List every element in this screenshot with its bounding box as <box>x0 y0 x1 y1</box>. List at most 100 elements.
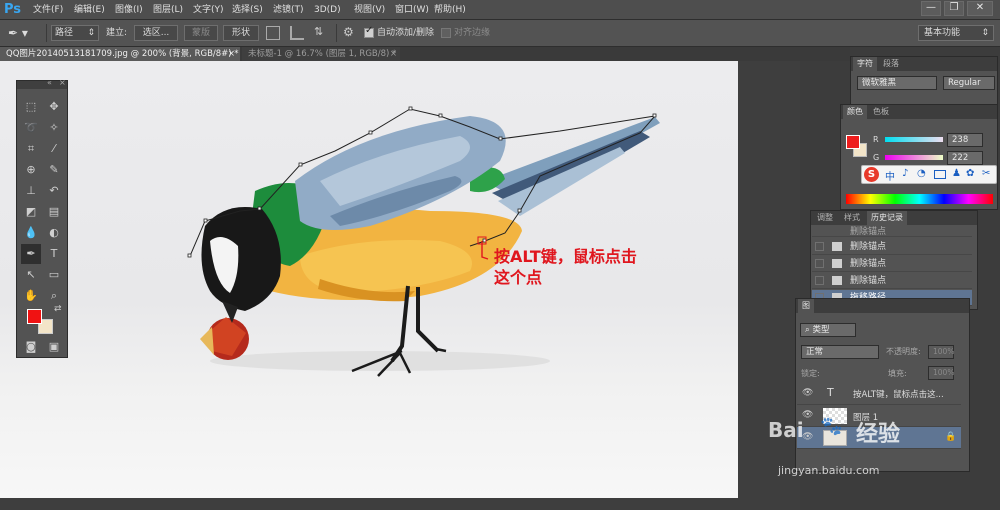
path-mode-select[interactable]: 路径 ⇕ <box>51 25 99 41</box>
path-arrangement-icon[interactable]: ⇅ <box>314 25 328 41</box>
color-foreground-swatch[interactable] <box>846 135 860 149</box>
menu-3d[interactable]: 3D(D) <box>314 0 341 20</box>
menu-help[interactable]: 帮助(H) <box>434 0 466 20</box>
close-button[interactable]: ✕ <box>967 1 993 16</box>
r-slider[interactable] <box>885 137 943 142</box>
color-spectrum-bar[interactable] <box>846 194 993 204</box>
maximize-button[interactable]: ❐ <box>944 1 964 16</box>
magic-wand-tool-icon[interactable]: ✧ <box>44 118 64 138</box>
dodge-tool-icon[interactable]: ◐ <box>44 223 64 243</box>
tab-history[interactable]: 历史记录 <box>867 211 907 225</box>
make-selection-button[interactable]: 选区... <box>134 25 178 41</box>
gradient-tool-icon[interactable]: ▤ <box>44 202 64 222</box>
align-edges-checkbox[interactable] <box>441 28 451 38</box>
tools-icon[interactable]: ✂ <box>982 168 990 179</box>
ime-lang-toggle[interactable]: 中 <box>885 168 895 183</box>
tab-color[interactable]: 颜色 <box>843 105 867 119</box>
opacity-input[interactable]: 100% <box>928 345 954 359</box>
tab-adjustments[interactable]: 调整 <box>813 211 837 225</box>
menu-file[interactable]: 文件(F) <box>33 0 63 20</box>
tab-close-icon[interactable]: × <box>228 47 235 61</box>
layer-filter-select[interactable]: ⌕ 类型 <box>800 323 856 337</box>
foreground-color-swatch[interactable] <box>27 309 42 324</box>
r-value-input[interactable]: 238 <box>947 133 983 147</box>
font-style-select[interactable]: Regular <box>943 76 995 90</box>
make-mask-button[interactable]: 蒙版 <box>184 25 218 41</box>
menu-window[interactable]: 窗口(W) <box>395 0 429 20</box>
crop-tool-icon[interactable]: ⌗ <box>21 139 41 159</box>
history-snapshot-checkbox[interactable] <box>815 276 824 285</box>
brush-tool-icon[interactable]: ✎ <box>44 160 64 180</box>
menu-select[interactable]: 选择(S) <box>232 0 263 20</box>
move-tool-icon[interactable]: ✥ <box>44 97 64 117</box>
user-icon[interactable]: ♟ <box>952 168 961 179</box>
menu-image[interactable]: 图像(I) <box>115 0 143 20</box>
history-item[interactable]: 删除锚点 <box>812 273 972 289</box>
history-brush-tool-icon[interactable]: ↶ <box>44 181 64 201</box>
layer-row-text[interactable]: 👁 T 按ALT键，鼠标点击这... <box>797 383 961 405</box>
history-item[interactable]: 删除锚点 <box>812 239 972 255</box>
tab-character[interactable]: 字符 <box>853 57 877 71</box>
sogou-logo-icon[interactable]: S <box>864 167 879 182</box>
check-icon: ✓ <box>365 25 374 36</box>
lasso-tool-icon[interactable]: ➰ <box>21 118 41 138</box>
collapse-icon[interactable]: « <box>47 78 52 87</box>
eyedropper-tool-icon[interactable]: ⁄ <box>44 139 64 159</box>
screen-mode-icon[interactable]: ▣ <box>44 337 64 357</box>
tab-close-icon[interactable]: × <box>390 47 397 61</box>
history-snapshot-checkbox[interactable] <box>815 259 824 268</box>
tab-label: 未标题-1 @ 16.7% (图层 1, RGB/8) * <box>248 49 397 59</box>
pen-tool-icon[interactable]: ✒ <box>21 244 41 264</box>
separator <box>46 24 47 42</box>
healing-brush-tool-icon[interactable]: ⊕ <box>21 160 41 180</box>
punctuation-icon[interactable]: ♪ <box>902 168 908 179</box>
pen-tool-icon[interactable]: ✒ ▾ <box>8 24 42 42</box>
toolbox-header[interactable]: « × <box>17 78 67 89</box>
tab-styles[interactable]: 样式 <box>840 211 864 225</box>
menu-edit[interactable]: 编辑(E) <box>74 0 105 20</box>
skin-icon[interactable]: ✿ <box>966 168 974 179</box>
blend-mode-select[interactable]: 正常 <box>801 345 879 359</box>
path-selection-tool-icon[interactable]: ↖ <box>21 265 41 285</box>
zoom-tool-icon[interactable]: ⌕ <box>44 286 64 306</box>
eraser-tool-icon[interactable]: ◩ <box>21 202 41 222</box>
history-item[interactable]: 删除锚点 <box>812 227 972 237</box>
menu-filter[interactable]: 滤镜(T) <box>273 0 304 20</box>
tab-qq-image[interactable]: QQ图片20140513181709.jpg @ 200% (背景, RGB/8… <box>0 47 240 61</box>
history-snapshot-checkbox[interactable] <box>815 242 824 251</box>
color-panel: 颜色 色板 R 238 G 222 <box>840 104 998 210</box>
tab-layers[interactable]: 图 <box>798 299 814 313</box>
hand-tool-icon[interactable]: ✋ <box>21 286 41 306</box>
font-family-select[interactable]: 微软雅黑 <box>857 76 937 90</box>
document-canvas[interactable]: 按ALT键，鼠标点击 这个点 <box>0 61 738 498</box>
path-operations-icon[interactable] <box>266 26 280 40</box>
clone-stamp-tool-icon[interactable]: ⊥ <box>21 181 41 201</box>
tab-paragraph[interactable]: 段落 <box>879 57 903 71</box>
keyboard-icon[interactable] <box>934 170 946 179</box>
layer-name: 按ALT键，鼠标点击这... <box>853 390 944 400</box>
panel-close-icon[interactable]: × <box>59 78 66 87</box>
menu-layer[interactable]: 图层(L) <box>153 0 183 20</box>
halfwidth-icon[interactable]: ◔ <box>917 168 926 179</box>
quick-mask-icon[interactable]: ◙ <box>21 337 41 357</box>
eye-icon[interactable]: 👁 <box>802 388 813 398</box>
menu-view[interactable]: 视图(V) <box>354 0 385 20</box>
marquee-tool-icon[interactable]: ⬚ <box>21 97 41 117</box>
workspace-select[interactable]: 基本功能 ⇕ <box>918 25 994 41</box>
auto-add-delete-checkbox[interactable]: ✓ <box>364 25 374 38</box>
menu-type[interactable]: 文字(Y) <box>193 0 224 20</box>
type-tool-icon[interactable]: T <box>44 244 64 264</box>
g-value-input[interactable]: 222 <box>947 151 983 165</box>
shape-tool-icon[interactable]: ▭ <box>44 265 64 285</box>
minimize-button[interactable]: — <box>921 1 941 16</box>
g-slider[interactable] <box>885 155 943 160</box>
history-item[interactable]: 删除锚点 <box>812 256 972 272</box>
blur-tool-icon[interactable]: 💧 <box>21 223 41 243</box>
tab-untitled[interactable]: 未标题-1 @ 16.7% (图层 1, RGB/8) * × <box>242 47 400 61</box>
make-shape-button[interactable]: 形状 <box>223 25 259 41</box>
path-alignment-icon[interactable] <box>290 26 304 40</box>
tab-swatches[interactable]: 色板 <box>869 105 893 119</box>
fill-input[interactable]: 100% <box>928 366 954 380</box>
gear-icon[interactable]: ⚙ <box>343 25 357 41</box>
swap-colors-icon[interactable]: ⇄ <box>54 304 62 314</box>
